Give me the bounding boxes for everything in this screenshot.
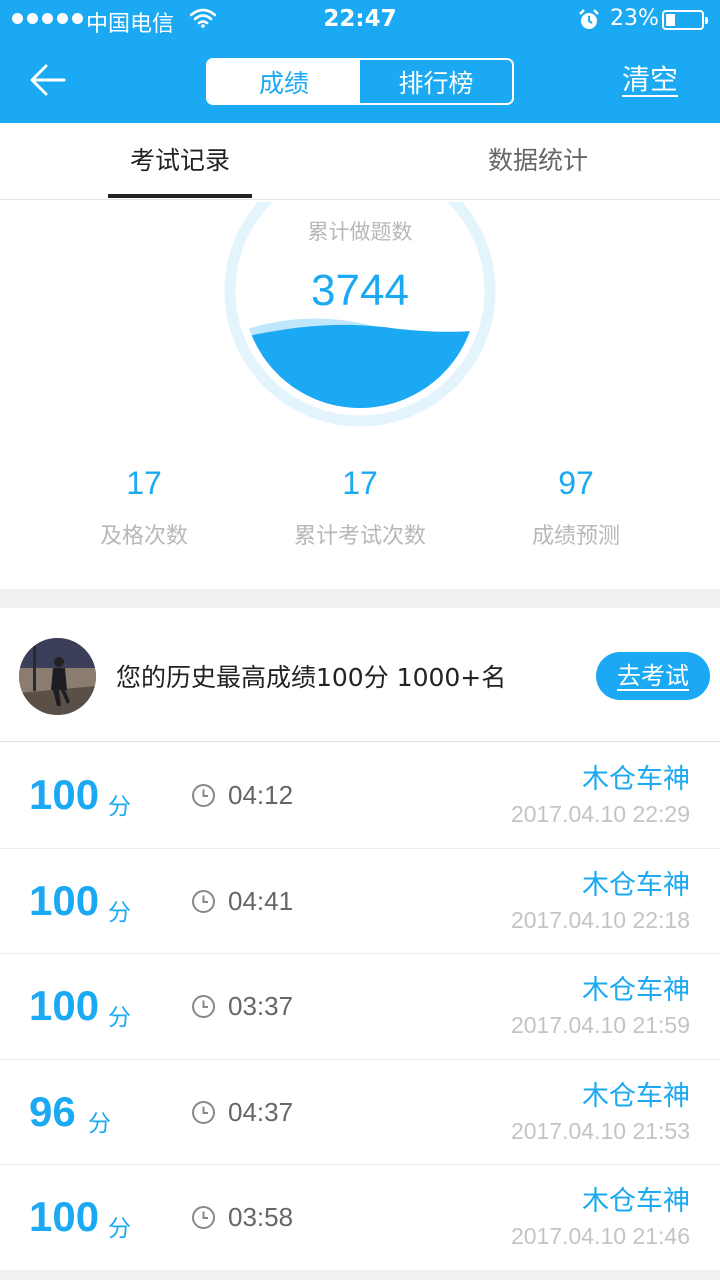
segment-score[interactable]: 成绩: [208, 60, 360, 103]
status-bar: 中国电信 22:47 23%: [0, 0, 720, 40]
stat-label: 累计考试次数: [293, 524, 426, 549]
record-duration: 04:12: [228, 780, 294, 810]
record-user-name: 木仓车神: [582, 869, 690, 901]
back-arrow-icon[interactable]: [26, 60, 70, 100]
record-duration: 04:37: [228, 1096, 294, 1127]
record-date: 2017.04.10 22:18: [510, 906, 690, 933]
stats-row: 17 及格次数 17 累计考试次数 97 成绩预测: [0, 460, 720, 570]
clear-button[interactable]: 清空: [600, 58, 700, 102]
battery-icon: [662, 10, 708, 30]
gauge-label: 累计做题数: [307, 220, 413, 244]
stat-exam-count: 17 累计考试次数: [250, 460, 470, 550]
record-score: 96: [29, 1087, 76, 1135]
record-score: 100: [29, 876, 100, 924]
record-date: 2017.04.10 22:29: [510, 801, 690, 827]
stat-value: 97: [558, 465, 594, 501]
clock-icon: [192, 1100, 215, 1124]
clock-icon: [192, 889, 215, 913]
bottom-divider: [0, 1270, 720, 1280]
go-exam-button[interactable]: 去考试: [596, 652, 710, 700]
record-user-name: 木仓车神: [582, 975, 690, 1006]
stat-score-prediction: 97 成绩预测: [466, 460, 686, 550]
record-user-name: 木仓车神: [582, 1080, 690, 1112]
section-divider: [0, 589, 720, 608]
exam-record-row[interactable]: 100 分 03:58 木仓车神 2017.04.10 21:46: [0, 1165, 720, 1271]
avatar[interactable]: [19, 638, 96, 715]
record-score-unit: 分: [108, 794, 131, 820]
exam-record-row[interactable]: 96 分 04:37 木仓车神 2017.04.10 21:53: [0, 1060, 720, 1165]
stat-value: 17: [342, 465, 378, 501]
stat-value: 17: [126, 465, 162, 501]
record-score-unit: 分: [88, 1110, 111, 1137]
exam-record-row[interactable]: 100 分 04:41 木仓车神 2017.04.10 22:18: [0, 849, 720, 954]
segment-ranking[interactable]: 排行榜: [360, 60, 512, 103]
record-date: 2017.04.10 21:46: [510, 1223, 690, 1249]
record-date: 2017.04.10 21:59: [510, 1012, 690, 1038]
clock-icon: [192, 995, 215, 1018]
record-score: 100: [29, 771, 100, 818]
record-score: 100: [29, 982, 100, 1029]
record-score-unit: 分: [108, 1216, 131, 1242]
record-score-unit: 分: [108, 1005, 131, 1031]
best-score-row: 您的历史最高成绩100分 1000+名 去考试: [0, 608, 720, 742]
exam-record-row[interactable]: 100 分 03:37 木仓车神 2017.04.10 21:59: [0, 954, 720, 1060]
record-score: 100: [29, 1193, 100, 1240]
stat-label: 及格次数: [99, 524, 188, 549]
battery-percent: 23%: [610, 6, 659, 31]
record-duration: 03:58: [228, 1202, 294, 1232]
top-bar: 中国电信 22:47 23% 成绩 排行榜 清空: [0, 0, 720, 123]
record-user-name: 木仓车神: [582, 764, 690, 795]
alarm-icon: [579, 9, 599, 29]
record-user-name: 木仓车神: [582, 1186, 690, 1217]
record-duration: 04:41: [228, 885, 294, 916]
record-duration: 03:37: [228, 991, 294, 1021]
record-date: 2017.04.10 21:53: [510, 1117, 690, 1144]
clock-icon: [192, 784, 215, 807]
stat-pass-count: 17 及格次数: [34, 460, 254, 550]
exam-record-list: 100 分 04:12 木仓车神 2017.04.10 22:29 100 分 04:41 木仓…: [0, 743, 720, 1271]
stat-label: 成绩预测: [531, 524, 620, 549]
gauge-value: 3744: [311, 266, 409, 315]
exam-record-row[interactable]: 100 分 04:12 木仓车神 2017.04.10 22:29: [0, 743, 720, 849]
segment-control: 成绩 排行榜: [206, 58, 514, 105]
record-score-unit: 分: [108, 899, 131, 926]
best-score-text: 您的历史最高成绩100分 1000+名: [116, 663, 507, 692]
clock-icon: [192, 1206, 215, 1229]
